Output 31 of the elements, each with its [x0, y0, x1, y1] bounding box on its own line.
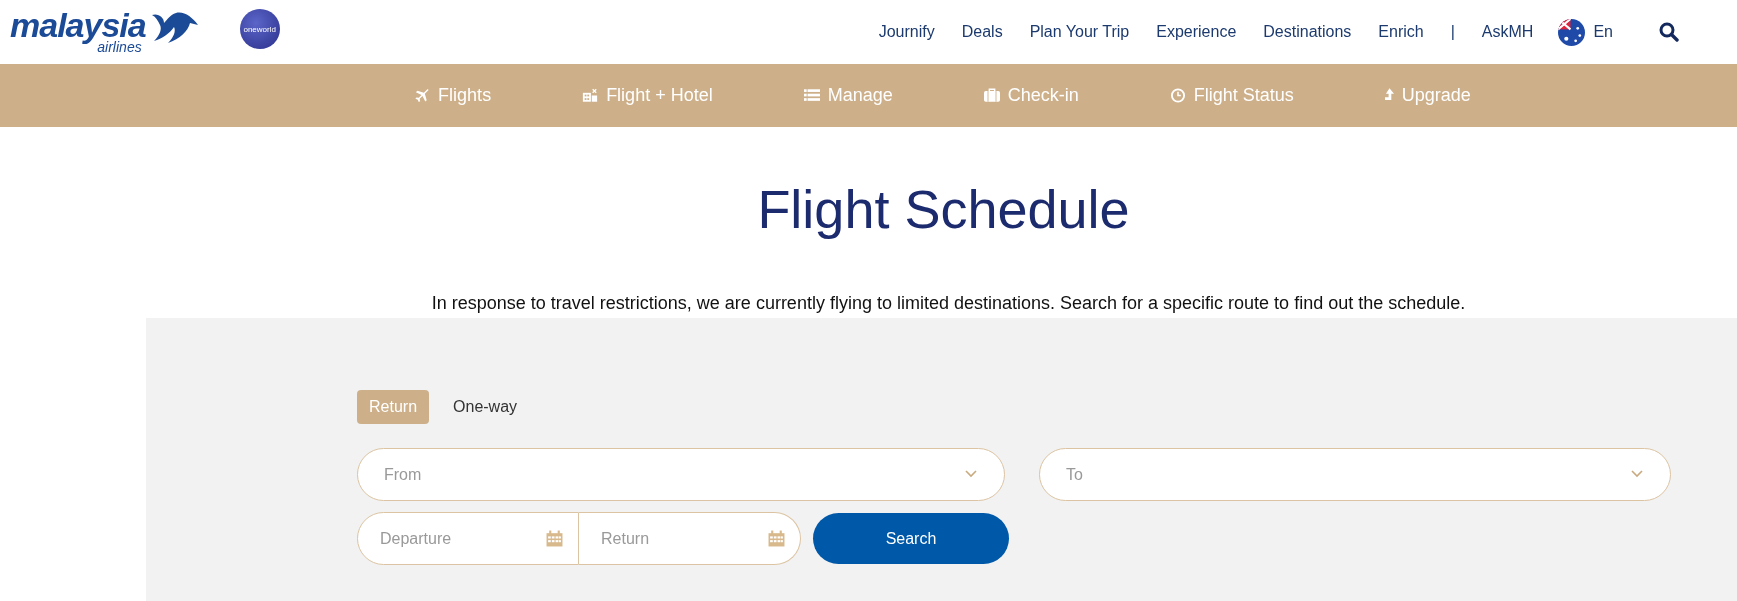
briefcase-icon: [983, 88, 1000, 103]
clock-icon: [1169, 88, 1186, 103]
departure-date-field[interactable]: Departure: [357, 512, 579, 565]
trip-type-tab[interactable]: One-way: [441, 390, 530, 424]
chevron-down-icon: [1631, 470, 1643, 478]
nav-link[interactable]: Deals: [961, 23, 1003, 41]
flag-icon[interactable]: [1558, 18, 1586, 46]
airline-logo[interactable]: malaysia airlines: [10, 10, 200, 54]
search-icon[interactable]: [1659, 22, 1679, 42]
notice-text: In response to travel restrictions, we are currently flying to limited destinations. Search for a specific route to find out the schedule.: [430, 293, 1467, 313]
nav-link[interactable]: |: [1450, 23, 1455, 41]
page-title: Flight Schedule: [756, 178, 1131, 241]
calendar-icon: [768, 530, 785, 547]
calendar-icon: [546, 530, 563, 547]
nav-link[interactable]: AskMH: [1481, 23, 1534, 41]
nav-link[interactable]: Destinations: [1263, 23, 1352, 41]
chevron-down-icon: [965, 470, 977, 478]
nav-link[interactable]: Enrich: [1378, 23, 1424, 41]
from-select[interactable]: From: [357, 448, 1005, 501]
nav-link[interactable]: Plan Your Trip: [1029, 23, 1130, 41]
list-icon: [803, 88, 820, 103]
search-button[interactable]: Search: [813, 513, 1009, 564]
upgrade-arrow-icon: [1384, 88, 1394, 103]
plane-icon: [414, 88, 431, 103]
language-link[interactable]: En: [1593, 23, 1613, 41]
to-select[interactable]: To: [1039, 448, 1671, 501]
nav-link[interactable]: Journify: [878, 23, 935, 41]
alliance-logo: oneworld: [239, 9, 280, 49]
hotel-icon: [582, 88, 599, 103]
nav-link[interactable]: Experience: [1156, 23, 1237, 41]
return-date-field[interactable]: Return: [579, 512, 801, 565]
